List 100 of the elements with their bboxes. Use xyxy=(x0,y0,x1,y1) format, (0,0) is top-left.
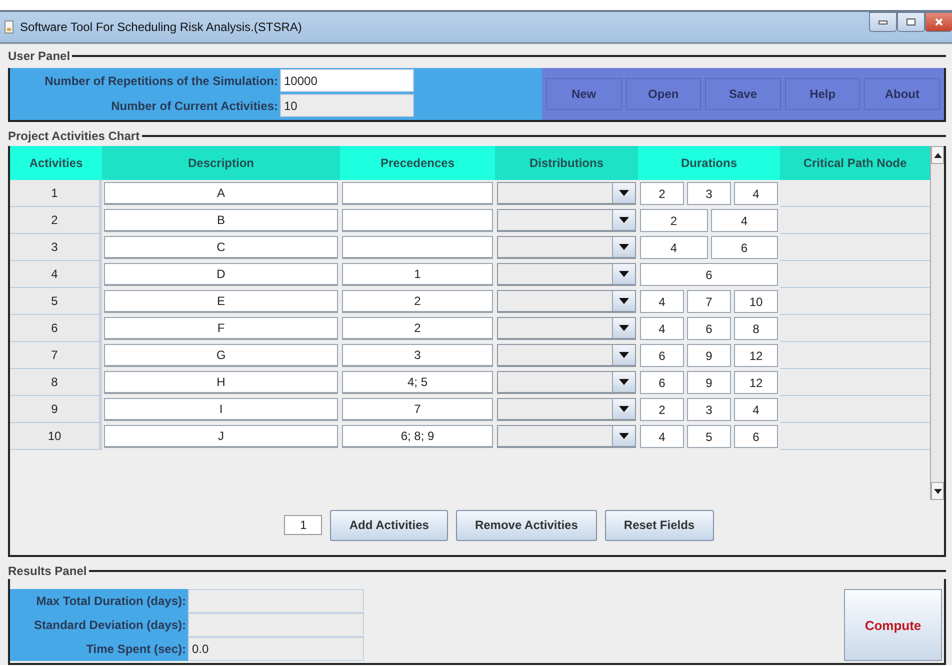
result-label: Max Total Duration (days): xyxy=(36,594,186,608)
precedences-field[interactable]: 4; 5 xyxy=(342,371,493,394)
scroll-up-icon xyxy=(934,152,942,158)
distribution-dropdown[interactable] xyxy=(497,371,636,394)
precedences-field[interactable] xyxy=(342,236,493,259)
row-number: 7 xyxy=(10,342,102,369)
field-label: Number of Repetitions of the Simulation: xyxy=(44,74,278,88)
duration-field[interactable]: 4 xyxy=(734,182,778,205)
field-label: Number of Current Activities: xyxy=(111,98,278,112)
duration-field[interactable]: 6 xyxy=(640,344,684,367)
duration-field[interactable]: 2 xyxy=(640,182,684,205)
precedences-field[interactable]: 7 xyxy=(342,398,493,421)
duration-field[interactable]: 4 xyxy=(640,317,684,340)
count-field[interactable]: 1 xyxy=(284,515,322,535)
distribution-dropdown[interactable] xyxy=(497,317,636,340)
row-number: 1 xyxy=(10,180,102,207)
duration-field[interactable]: 9 xyxy=(687,344,731,367)
close-button[interactable] xyxy=(925,12,952,32)
caret-icon xyxy=(619,298,629,304)
description-field[interactable]: F xyxy=(104,317,338,340)
duration-field[interactable]: 12 xyxy=(734,344,778,367)
action-button[interactable]: Remove Activities xyxy=(456,510,597,540)
input-field[interactable]: 10000 xyxy=(280,69,414,92)
duration-field[interactable]: 6 xyxy=(734,425,778,448)
row-number: 8 xyxy=(10,369,102,396)
duration-field[interactable]: 10 xyxy=(734,290,778,313)
duration-field[interactable]: 5 xyxy=(687,425,731,448)
panel-title: Results Panel xyxy=(8,564,87,578)
row-number: 3 xyxy=(10,234,102,261)
duration-field[interactable]: 3 xyxy=(687,398,731,421)
description-field[interactable]: I xyxy=(104,398,338,421)
distribution-dropdown[interactable] xyxy=(497,182,636,205)
caret-icon xyxy=(619,433,629,439)
caret-icon xyxy=(619,271,629,277)
duration-field[interactable]: 6 xyxy=(640,263,778,286)
action-button[interactable]: Add Activities xyxy=(330,510,448,540)
distribution-dropdown[interactable] xyxy=(497,398,636,421)
duration-field[interactable]: 2 xyxy=(640,209,708,232)
duration-field[interactable]: 4 xyxy=(710,209,778,232)
row-number: 10 xyxy=(10,423,102,450)
minimize-button[interactable] xyxy=(869,12,897,32)
distribution-dropdown[interactable] xyxy=(497,236,636,259)
distribution-dropdown[interactable] xyxy=(497,344,636,367)
duration-field[interactable]: 9 xyxy=(687,371,731,394)
action-button[interactable]: Reset Fields xyxy=(604,510,714,540)
column-header: Precedences xyxy=(340,146,495,180)
precedences-field[interactable] xyxy=(342,182,493,205)
description-field[interactable]: E xyxy=(104,290,338,313)
description-field[interactable]: D xyxy=(104,263,338,286)
compute-button[interactable]: Compute xyxy=(844,589,942,661)
caret-icon xyxy=(619,244,629,250)
distribution-dropdown[interactable] xyxy=(497,263,636,286)
panel-title: Project Activities Chart xyxy=(8,129,140,143)
distribution-dropdown[interactable] xyxy=(497,290,636,313)
caret-icon xyxy=(619,217,629,223)
maximize-icon xyxy=(906,18,916,26)
duration-field[interactable]: 4 xyxy=(734,398,778,421)
panel-title: User Panel xyxy=(8,49,70,63)
caret-icon xyxy=(619,379,629,385)
description-field[interactable]: H xyxy=(104,371,338,394)
duration-field[interactable]: 4 xyxy=(640,290,684,313)
row-number: 9 xyxy=(10,396,102,423)
column-header: Distributions xyxy=(495,146,638,180)
precedences-field[interactable]: 3 xyxy=(342,344,493,367)
row-number: 4 xyxy=(10,261,102,288)
duration-field[interactable]: 12 xyxy=(734,371,778,394)
row-number: 6 xyxy=(10,315,102,342)
caret-icon xyxy=(619,406,629,412)
readonly-field: 10 xyxy=(280,94,414,117)
precedences-field[interactable]: 6; 8; 9 xyxy=(342,425,493,448)
caret-icon xyxy=(619,190,629,196)
precedences-field[interactable]: 2 xyxy=(342,317,493,340)
column-header: Description xyxy=(102,146,340,180)
maximize-button[interactable] xyxy=(897,12,925,32)
duration-field[interactable]: 3 xyxy=(687,182,731,205)
duration-field[interactable]: 4 xyxy=(640,236,708,259)
row-number: 5 xyxy=(10,288,102,315)
result-label: Time Spent (sec): xyxy=(86,642,186,656)
duration-field[interactable]: 6 xyxy=(687,317,731,340)
precedences-field[interactable]: 1 xyxy=(342,263,493,286)
duration-field[interactable]: 6 xyxy=(710,236,778,259)
minimize-icon xyxy=(878,19,888,25)
description-field[interactable]: J xyxy=(104,425,338,448)
caret-icon xyxy=(619,325,629,331)
duration-field[interactable]: 4 xyxy=(640,425,684,448)
duration-field[interactable]: 8 xyxy=(734,317,778,340)
description-field[interactable]: G xyxy=(104,344,338,367)
app-icon xyxy=(4,20,14,34)
distribution-dropdown[interactable] xyxy=(497,425,636,448)
precedences-field[interactable] xyxy=(342,209,493,232)
duration-field[interactable]: 2 xyxy=(640,398,684,421)
description-field[interactable]: B xyxy=(104,209,338,232)
distribution-dropdown[interactable] xyxy=(497,209,636,232)
duration-field[interactable]: 7 xyxy=(687,290,731,313)
scroll-down-icon xyxy=(934,488,942,494)
duration-field[interactable]: 6 xyxy=(640,371,684,394)
scrollbar[interactable] xyxy=(930,146,944,500)
description-field[interactable]: A xyxy=(104,182,338,205)
precedences-field[interactable]: 2 xyxy=(342,290,493,313)
description-field[interactable]: C xyxy=(104,236,338,259)
